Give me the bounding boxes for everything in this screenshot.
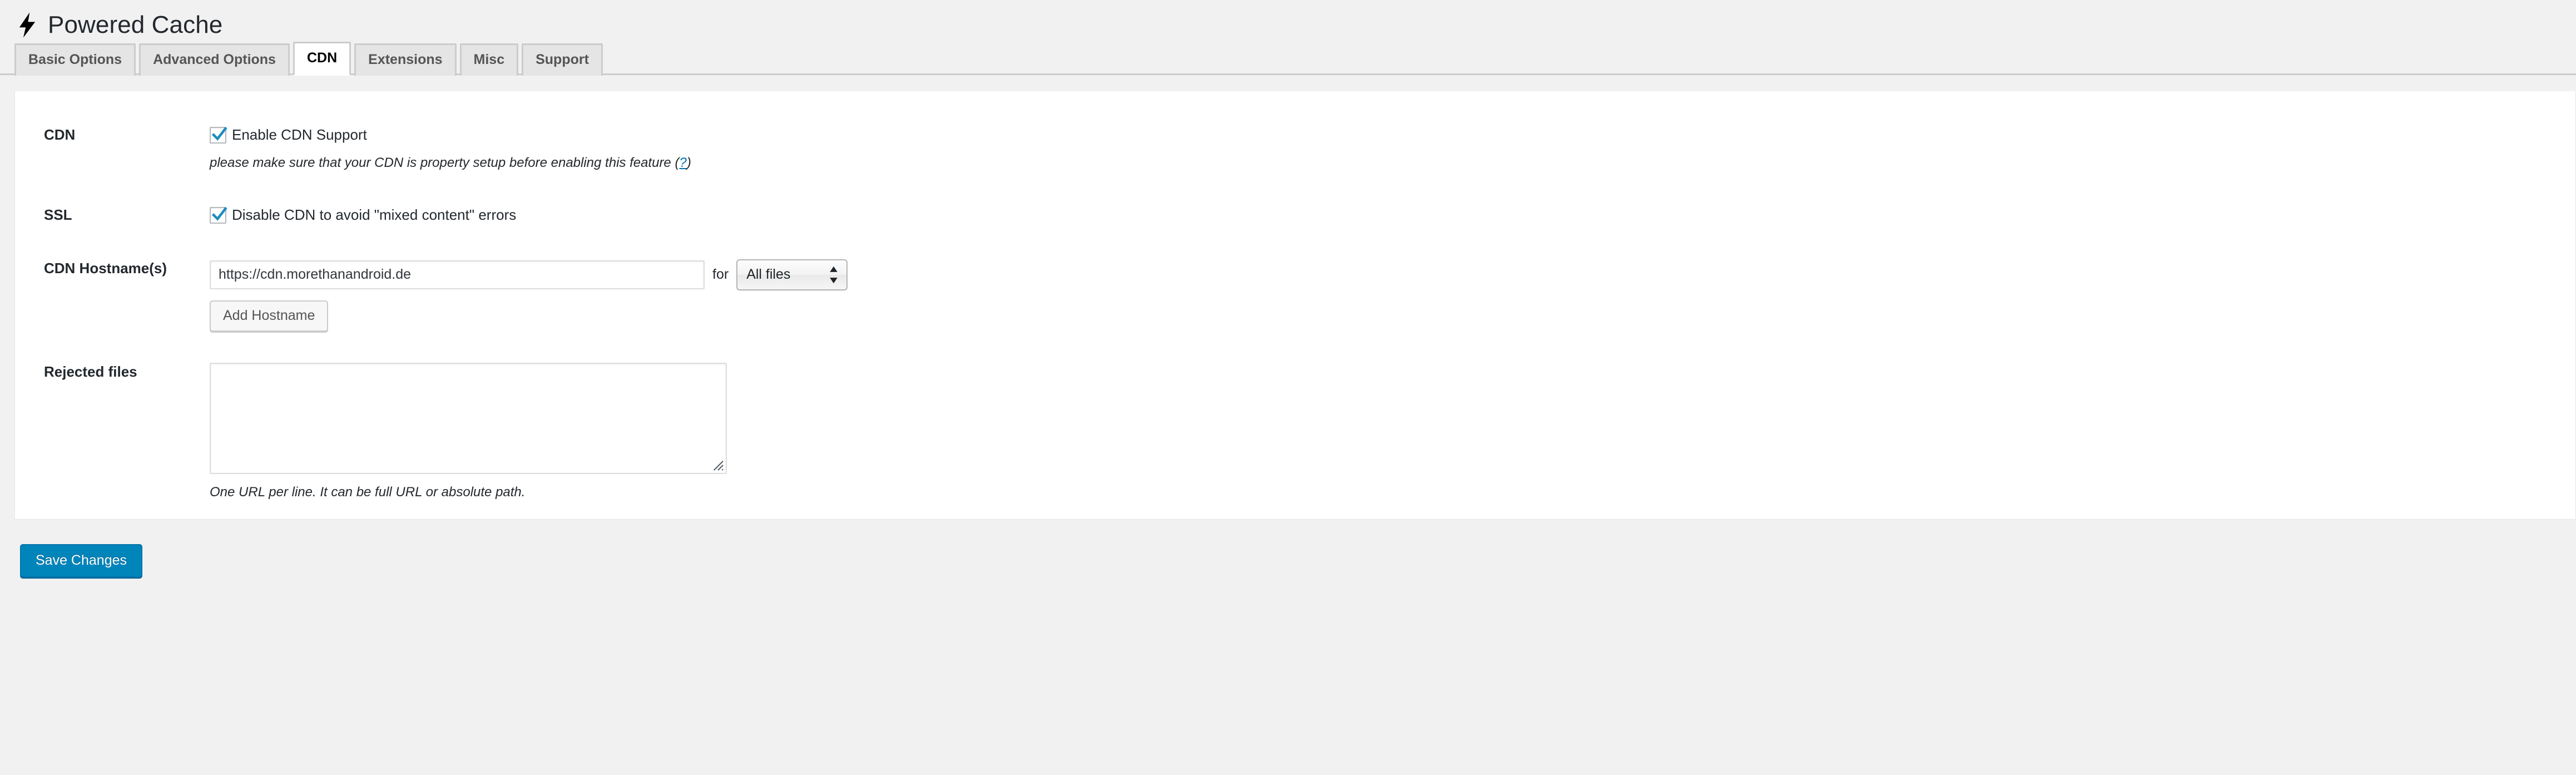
page-header: Powered Cache [0, 0, 2576, 39]
setting-label-rejected-files: Rejected files [15, 345, 210, 519]
disable-cdn-ssl-checkbox-row[interactable]: Disable CDN to avoid "mixed content" err… [210, 206, 2559, 225]
submit-area: Save Changes [0, 520, 2576, 577]
checkmark-icon [210, 205, 229, 224]
checkmark-icon [210, 125, 229, 144]
cdn-help-link[interactable]: ? [679, 155, 686, 170]
enable-cdn-support-label: Enable CDN Support [232, 126, 367, 145]
setting-label-cdn-hostnames: CDN Hostname(s) [15, 243, 210, 345]
lightning-bolt-icon [18, 12, 37, 38]
settings-panel: CDN Enable CDN Support please make sure … [14, 91, 2576, 520]
tab-extensions[interactable]: Extensions [354, 43, 456, 76]
cdn-hostname-for-label: for [712, 266, 729, 283]
rejected-files-help-text: One URL per line. It can be full URL or … [210, 483, 2559, 502]
page-title: Powered Cache [48, 11, 222, 40]
add-hostname-button[interactable]: Add Hostname [210, 300, 328, 332]
setting-row-cdn-hostnames: CDN Hostname(s) for All files [15, 243, 2575, 345]
setting-row-rejected-files: Rejected files One URL per line. It can … [15, 345, 2575, 519]
tab-misc[interactable]: Misc [460, 43, 519, 76]
tab-advanced-options[interactable]: Advanced Options [139, 43, 290, 76]
setting-field-ssl: Disable CDN to avoid "mixed content" err… [210, 189, 2575, 243]
enable-cdn-support-checkbox[interactable] [210, 127, 226, 144]
tab-basic-options[interactable]: Basic Options [14, 43, 136, 76]
setting-label-ssl: SSL [15, 189, 210, 243]
cdn-file-type-select[interactable]: All files [736, 259, 848, 290]
select-arrows-icon [829, 265, 839, 284]
disable-cdn-ssl-label: Disable CDN to avoid "mixed content" err… [232, 206, 516, 225]
cdn-help-text: please make sure that your CDN is proper… [210, 154, 2559, 172]
setting-field-cdn-hostnames: for All files Add Hostname [210, 243, 2575, 345]
cdn-help-text-prefix: please make sure that your CDN is proper… [210, 155, 679, 170]
setting-field-rejected-files: One URL per line. It can be full URL or … [210, 345, 2575, 519]
settings-form-table: CDN Enable CDN Support please make sure … [15, 91, 2575, 518]
setting-label-cdn: CDN [15, 91, 210, 189]
setting-field-cdn: Enable CDN Support please make sure that… [210, 91, 2575, 189]
disable-cdn-ssl-checkbox[interactable] [210, 207, 226, 224]
enable-cdn-support-checkbox-row[interactable]: Enable CDN Support [210, 126, 2559, 145]
setting-row-ssl: SSL Disable CDN to avoid "mixed content"… [15, 189, 2575, 243]
cdn-file-type-select-value: All files [746, 266, 790, 283]
setting-row-cdn: CDN Enable CDN Support please make sure … [15, 91, 2575, 189]
admin-page: Powered Cache Basic Options Advanced Opt… [0, 0, 2576, 775]
rejected-files-textarea-wrap [210, 363, 727, 474]
tab-bar: Basic Options Advanced Options CDN Exten… [0, 49, 2576, 75]
tab-support[interactable]: Support [522, 43, 603, 76]
cdn-hostname-line: for All files [210, 259, 2559, 290]
cdn-hostname-input[interactable] [210, 260, 705, 289]
rejected-files-textarea[interactable] [210, 363, 727, 474]
save-changes-button[interactable]: Save Changes [20, 544, 142, 577]
cdn-help-text-suffix: ) [687, 155, 691, 170]
tab-cdn[interactable]: CDN [293, 42, 351, 76]
